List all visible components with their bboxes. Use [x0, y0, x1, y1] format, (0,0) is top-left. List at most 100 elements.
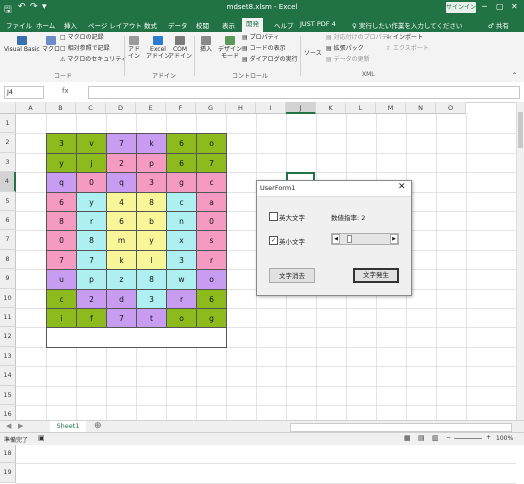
column-header-h[interactable]: H — [226, 102, 256, 114]
row-header-18[interactable]: 18 — [0, 443, 16, 464]
column-header-d[interactable]: D — [106, 102, 136, 114]
relative-ref-button[interactable]: □ 相対参照で記録 — [60, 45, 110, 52]
grid-cell[interactable]: r — [76, 211, 107, 232]
scroll-right-icon[interactable]: ▶ — [390, 234, 398, 244]
fx-icon[interactable]: fx — [62, 87, 69, 95]
grid-cell[interactable]: y — [76, 191, 107, 212]
column-header-i[interactable]: I — [256, 102, 286, 114]
row-header-8[interactable]: 8 — [0, 249, 16, 270]
normal-view-icon[interactable]: ▦ — [404, 434, 411, 442]
column-header-e[interactable]: E — [136, 102, 166, 114]
column-header-j[interactable]: J — [286, 102, 316, 114]
generate-text-button[interactable]: 文字発生 — [353, 268, 399, 283]
grid-cell[interactable]: 3 — [46, 133, 77, 154]
grid-cell[interactable]: 7 — [106, 308, 137, 329]
tab-formulas[interactable]: 数式 — [144, 20, 157, 30]
grid-cell[interactable]: y — [46, 152, 77, 174]
grid-cell[interactable]: g — [196, 308, 227, 329]
grid-cell[interactable]: 6 — [46, 191, 77, 212]
page-break-view-icon[interactable]: ▥ — [432, 434, 439, 442]
tab-data[interactable]: データ — [168, 20, 188, 30]
insert-control-button[interactable]: 挿入 — [200, 36, 212, 53]
grid-cell[interactable]: p — [76, 269, 107, 290]
zoom-out-icon[interactable]: − — [446, 434, 451, 441]
add-sheet-icon[interactable]: ⊕ — [94, 421, 102, 431]
grid-cell[interactable]: d — [106, 288, 137, 309]
tab-next-icon[interactable]: ▶ — [18, 422, 23, 430]
formula-input[interactable] — [88, 86, 520, 99]
grid-cell[interactable]: j — [76, 152, 107, 174]
tab-view[interactable]: 表示 — [222, 20, 235, 30]
macro-security-button[interactable]: ⚠ マクロのセキュリティ — [60, 56, 127, 63]
excel-addin-button[interactable]: Excel アドイン — [146, 36, 170, 60]
row-header-13[interactable]: 13 — [0, 346, 16, 367]
grid-cell[interactable]: k — [136, 133, 167, 154]
tab-review[interactable]: 校閲 — [196, 20, 209, 30]
grid-cell[interactable]: q — [106, 172, 137, 193]
row-header-10[interactable]: 10 — [0, 288, 16, 308]
row-header-3[interactable]: 3 — [0, 152, 16, 173]
grid-cell[interactable]: s — [196, 230, 227, 251]
grid-cell[interactable]: 6 — [196, 288, 227, 309]
macro-record-icon[interactable]: ▣ — [38, 434, 45, 442]
clear-text-button[interactable]: 文字消去 — [269, 268, 315, 283]
tab-just-pdf[interactable]: JUST PDF 4 — [300, 20, 336, 28]
row-header-7[interactable]: 7 — [0, 230, 16, 250]
dialog-close-icon[interactable]: ✕ — [398, 182, 406, 192]
row-header-19[interactable]: 19 — [0, 463, 16, 483]
macro-button[interactable]: マクロ — [42, 36, 60, 53]
column-header-a[interactable]: A — [16, 102, 46, 114]
zoom-level[interactable]: 100% — [496, 435, 513, 442]
grid-cell[interactable]: b — [136, 211, 167, 232]
tell-me-search[interactable]: ♀ 実行したい作業を入力してください — [352, 20, 462, 30]
restore-icon[interactable]: ▢ — [496, 2, 504, 11]
grid-cell[interactable]: 3 — [136, 288, 167, 309]
import-button[interactable]: ⇩ インポート — [386, 34, 423, 41]
visual-basic-button[interactable]: Visual Basic — [4, 36, 40, 53]
grid-cell[interactable]: v — [76, 133, 107, 154]
tab-insert[interactable]: 挿入 — [64, 20, 77, 30]
grid-cell[interactable]: 4 — [106, 191, 137, 212]
zoom-in-icon[interactable]: + — [486, 434, 491, 441]
design-mode-button[interactable]: デザイン モード — [218, 36, 242, 60]
number-rate-thumb[interactable] — [347, 235, 352, 243]
tab-home[interactable]: ホーム — [36, 20, 55, 30]
close-icon[interactable]: ✕ — [511, 2, 518, 11]
row-header-14[interactable]: 14 — [0, 366, 16, 386]
refresh-data-button[interactable]: ▤ データの更新 — [326, 56, 370, 63]
grid-cell[interactable]: c — [46, 288, 77, 309]
view-code-button[interactable]: ▤ コードの表示 — [242, 45, 286, 52]
run-dialog-button[interactable]: ▤ ダイアログの実行 — [242, 56, 298, 63]
grid-cell[interactable]: 6 — [166, 152, 197, 174]
grid-cell[interactable]: z — [106, 269, 137, 290]
com-addin-button[interactable]: COM アドイン — [168, 36, 192, 60]
vertical-scrollbar[interactable] — [516, 102, 524, 420]
row-header-15[interactable]: 15 — [0, 385, 16, 405]
record-macro-button[interactable]: □ マクロの記録 — [60, 34, 104, 41]
column-header-m[interactable]: M — [376, 102, 406, 114]
grid-cell[interactable]: o — [196, 269, 227, 290]
empty-output-cell[interactable] — [46, 327, 227, 348]
grid-cell[interactable]: 6 — [166, 133, 197, 154]
properties-button[interactable]: ▤ プロパティ — [242, 34, 279, 41]
grid-cell[interactable]: f — [76, 308, 107, 329]
tab-help[interactable]: ヘルプ — [274, 20, 294, 30]
grid-cell[interactable]: 3 — [136, 172, 167, 193]
grid-cell[interactable]: 7 — [46, 249, 77, 271]
tab-page-layout[interactable]: ページ レイアウト — [88, 20, 142, 30]
row-header-5[interactable]: 5 — [0, 191, 16, 211]
grid-cell[interactable]: 2 — [76, 288, 107, 309]
grid-cell[interactable]: 8 — [76, 230, 107, 251]
source-button[interactable]: ソース — [304, 50, 322, 57]
grid-cell[interactable]: 0 — [46, 230, 77, 251]
select-all-corner[interactable] — [0, 102, 16, 114]
column-header-c[interactable]: C — [76, 102, 106, 114]
grid-cell[interactable]: 3 — [166, 249, 197, 271]
grid-cell[interactable]: x — [166, 230, 197, 251]
row-header-2[interactable]: 2 — [0, 133, 16, 153]
column-header-n[interactable]: N — [406, 102, 436, 114]
number-rate-scrollbar[interactable]: ◀ ▶ — [331, 233, 399, 245]
grid-cell[interactable]: r — [196, 249, 227, 271]
grid-cell[interactable]: c — [196, 172, 227, 193]
grid-cell[interactable]: c — [166, 191, 197, 212]
